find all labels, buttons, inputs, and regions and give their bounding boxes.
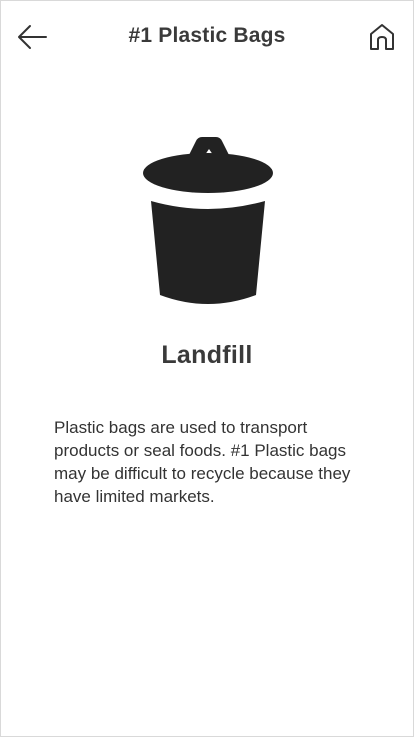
category-title: Landfill: [161, 341, 253, 369]
page-title: #1 Plastic Bags: [128, 24, 286, 47]
header-bar: #1 Plastic Bags: [1, 1, 413, 73]
home-button[interactable]: [367, 21, 397, 53]
description-text: Plastic bags are used to transport produ…: [54, 418, 351, 506]
trash-bin-icon: [143, 137, 273, 304]
home-icon: [370, 24, 394, 50]
app-screen: #1 Plastic Bags Landfill Plastic bags ar…: [0, 0, 414, 737]
